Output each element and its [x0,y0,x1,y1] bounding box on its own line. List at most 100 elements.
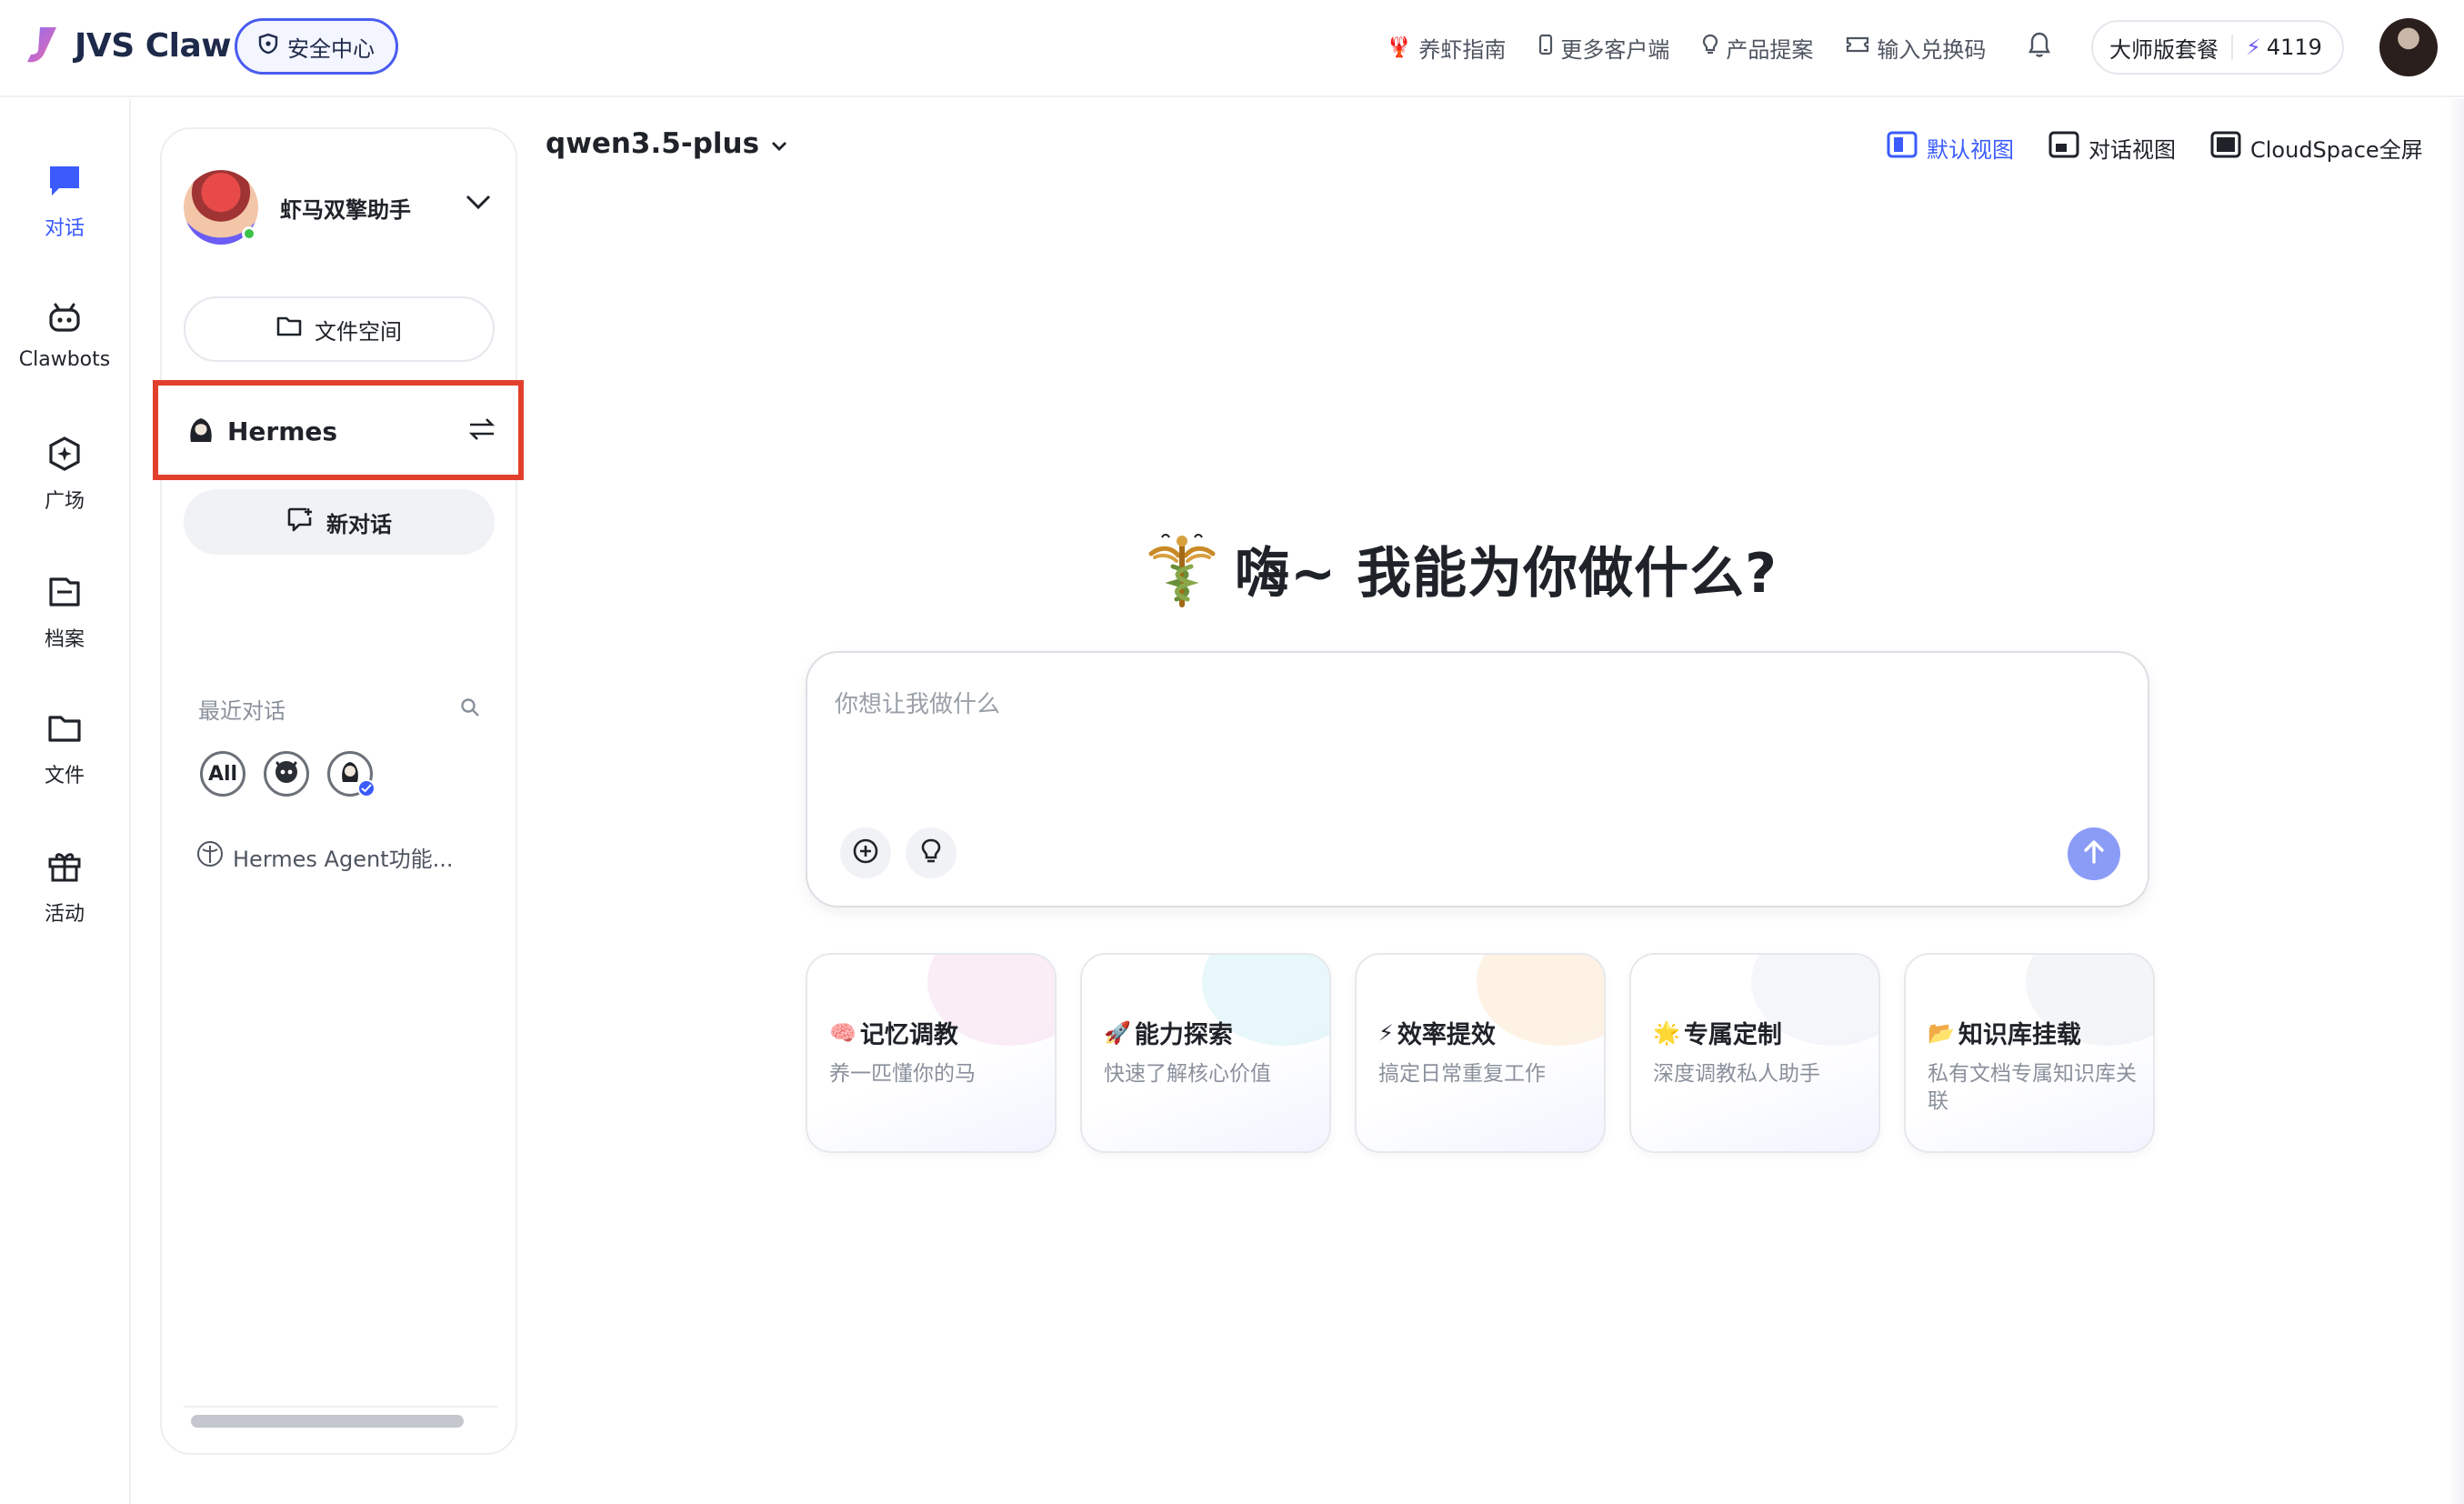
rail-item-label: Clawbots [18,348,111,371]
new-chat-button[interactable]: 新对话 [184,489,495,555]
hermes-agent-switcher[interactable]: Hermes [153,380,524,480]
inspiration-button[interactable] [906,827,957,878]
selected-check-icon [357,779,376,797]
security-center-label: 安全中心 [287,35,375,62]
rail-item-events[interactable]: 活动 [0,848,129,927]
shield-icon [258,33,278,60]
app-root: JVS Claw 安全中心 🦞 养虾指南 更多客户端 产品提案 输入兑换码 大师… [0,0,2464,1504]
filter-all[interactable]: All [200,751,245,797]
fullscreen-view-icon [2210,131,2241,164]
file-space-button[interactable]: 文件空间 [184,296,495,362]
rail-item-archive[interactable]: 档案 [0,574,129,652]
recent-chats-title: 最近对话 [198,698,285,724]
phone-icon [1538,34,1553,61]
security-center-button[interactable]: 安全中心 [235,18,398,75]
new-chat-label: 新对话 [326,511,392,537]
send-button[interactable] [2068,827,2120,880]
folder-open-icon: 📂 [1928,1019,1955,1046]
card-title: ⚡ 效率提效 [1378,1015,1496,1050]
top-link-label: 更多客户端 [1560,36,1670,63]
ticket-icon [1846,35,1869,60]
view-switcher: 默认视图 对话视图 CloudSpace全屏 [1887,131,2423,164]
hermes-label: Hermes [227,416,338,446]
agent-selector[interactable]: 虾马双擎助手 [184,169,497,246]
chevron-down-icon [770,127,788,160]
hermes-row: Hermes [185,413,496,449]
top-link-label: 输入兑换码 [1877,36,1987,63]
user-avatar[interactable] [2379,18,2438,76]
folder-icon [46,710,83,752]
chat-composer [806,651,2149,907]
online-status-dot [242,226,256,241]
filter-hermes[interactable] [327,751,376,797]
suggestion-card-knowledge[interactable]: 📂 知识库挂载 私有文档专属知识库关联 [1904,953,2155,1153]
lightbulb-icon [920,837,942,868]
plan-pill[interactable]: 大师版套餐 ⚡ 4119 [2091,20,2344,75]
rail-item-label: 对话 [44,217,85,240]
card-title: 🚀 能力探索 [1104,1015,1233,1050]
top-link-clients[interactable]: 更多客户端 [1538,32,1669,64]
default-view-icon [1887,131,1918,164]
view-option-default[interactable]: 默认视图 [1887,131,2014,164]
file-space-label: 文件空间 [315,318,402,345]
prompt-input[interactable] [835,686,2108,767]
filter-claw[interactable] [264,751,309,797]
plus-circle-icon [852,837,879,868]
model-name: qwen3.5-plus [546,127,760,160]
top-link-guide[interactable]: 🦞 养虾指南 [1387,32,1506,64]
rail-item-plaza[interactable]: 广场 [0,436,129,514]
card-subtitle: 养一匹懂你的马 [829,1062,976,1086]
swap-arrows-icon[interactable] [467,416,496,446]
rail-item-label: 文件 [44,765,85,787]
suggestion-card-memory[interactable]: 🧠 记忆调教 养一匹懂你的马 [806,953,1057,1153]
card-title-text: 记忆调教 [859,1021,958,1049]
rail-item-label: 广场 [44,490,85,513]
caduceus-icon [1144,530,1220,608]
arrow-up-icon [2082,839,2106,868]
add-attachment-button[interactable] [840,827,891,878]
suggestion-card-explore[interactable]: 🚀 能力探索 快速了解核心价值 [1080,953,1331,1153]
bolt-icon: ⚡ [2246,35,2261,60]
view-option-cloudspace[interactable]: CloudSpace全屏 [2210,131,2423,164]
left-rail: 对话 Clawbots 广场 档案 文件 活动 [0,99,131,1504]
notification-bell-icon[interactable] [2028,31,2051,62]
recent-chats-header: 最近对话 [198,693,480,725]
chevron-down-icon[interactable] [465,193,492,215]
top-link-redeem[interactable]: 输入兑换码 [1846,32,1986,64]
top-link-proposal[interactable]: 产品提案 [1702,32,1813,64]
new-chat-icon [286,506,314,537]
model-selector[interactable]: qwen3.5-plus [546,127,788,160]
card-subtitle: 快速了解核心价值 [1104,1062,1271,1086]
card-title: 📂 知识库挂载 [1928,1015,2081,1050]
card-subtitle: 深度调教私人助手 [1653,1062,1820,1086]
view-option-chat[interactable]: 对话视图 [2048,131,2176,164]
rail-item-chat[interactable]: 对话 [0,163,129,241]
brand-logo[interactable]: JVS Claw [22,25,232,65]
rocket-icon: 🚀 [1104,1019,1131,1046]
folder-icon [276,316,302,343]
agent-name: 虾马双擎助手 [280,196,411,223]
card-subtitle: 私有文档专属知识库关联 [1928,1062,2137,1113]
gift-icon [46,848,83,890]
top-link-label: 产品提案 [1726,36,1814,63]
card-title-text: 效率提效 [1397,1021,1496,1049]
suggestion-card-custom[interactable]: 🌟 专属定制 深度调教私人助手 [1629,953,1880,1153]
plan-divider [2231,35,2233,60]
hermes-avatar-icon [185,414,216,448]
rail-item-label: 活动 [44,903,85,926]
suggestion-cards: 🧠 记忆调教 养一匹懂你的马 🚀 能力探索 快速了解核心价值 ⚡ 效率提效 搞定… [806,953,2155,1153]
recent-chat-item[interactable]: Hermes Agent功能... [196,840,453,873]
brain-icon: 🧠 [829,1019,856,1046]
search-icon[interactable] [460,697,480,721]
card-title: 🌟 专属定制 [1653,1015,1782,1050]
rail-item-files[interactable]: 文件 [0,710,129,788]
suggestion-card-efficiency[interactable]: ⚡ 效率提效 搞定日常重复工作 [1355,953,1606,1153]
bot-icon [46,299,83,341]
rail-item-clawbots[interactable]: Clawbots [0,299,129,371]
jvs-logo-icon [22,25,60,65]
sidebar-scrollbar[interactable] [191,1415,464,1428]
top-links: 🦞 养虾指南 更多客户端 产品提案 输入兑换码 [1387,29,2018,65]
recent-chat-title: Hermes Agent功能... [233,846,454,872]
right-edge-shadow [2446,99,2464,1504]
shrimp-icon: 🦞 [1387,35,1412,59]
